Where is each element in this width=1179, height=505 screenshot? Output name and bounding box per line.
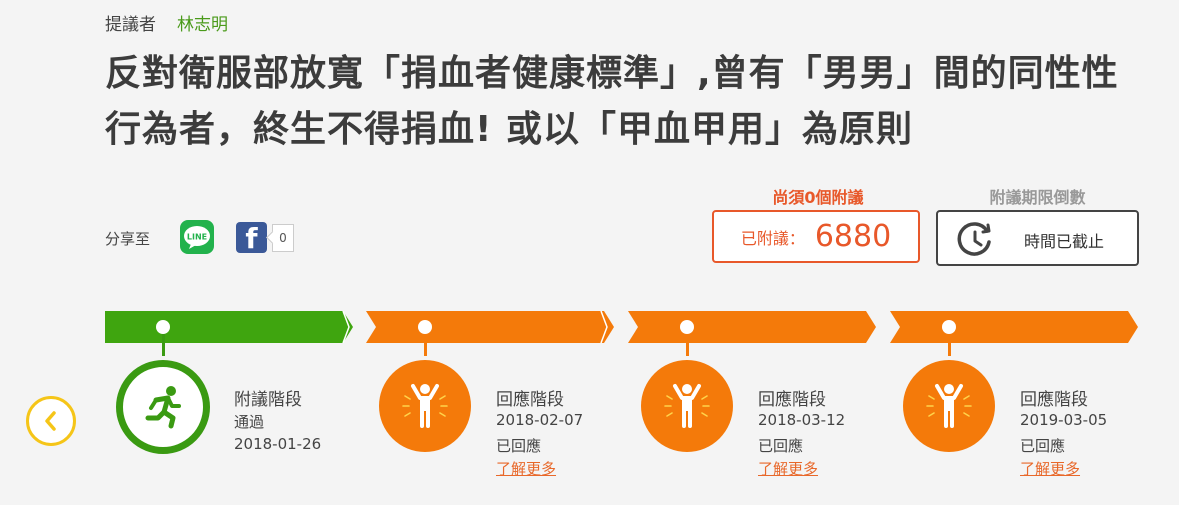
share-label: 分享至 [105, 230, 151, 248]
stage-dot-3 [680, 320, 694, 334]
page-title: 反對衛服部放寬「捐血者健康標準」,曾有「男男」間的同性性行為者，終生不得捐血! … [105, 53, 1119, 150]
stage-4-title: 回應階段 [1020, 390, 1088, 410]
countdown-label: 附議期限倒數 [989, 188, 1086, 207]
stage-4-circle [903, 360, 995, 452]
proposer-name[interactable]: 林志明 [177, 10, 228, 35]
stage-dot-4 [942, 320, 956, 334]
proposer-label: 提議者 [105, 15, 156, 35]
stage-2-date: 2018-02-07 [496, 411, 584, 429]
stage-dot-2 [418, 320, 432, 334]
chevron-left-icon [45, 411, 56, 431]
stage-stem-1 [161, 334, 165, 356]
countdown-status: 時間已截止 [1024, 232, 1105, 251]
clock-icon [957, 222, 991, 256]
facebook-share-count: 0 [272, 224, 294, 252]
stage-4-date: 2019-03-05 [1020, 411, 1108, 429]
signature-count-box: 已附議： 6880 [712, 210, 920, 263]
stage-3-circle [641, 360, 733, 452]
stage-dot-1 [156, 320, 170, 334]
line-bubble-icon: LINE [184, 226, 210, 249]
line-icon-text: LINE [187, 233, 207, 242]
stage-bar-4 [890, 311, 1138, 343]
stage-bar-3 [628, 311, 876, 343]
line-share-icon[interactable]: LINE [180, 220, 214, 254]
stage-1-title: 附議階段 [234, 390, 302, 410]
stage-1-status: 通過 [234, 413, 265, 431]
stage-2-circle [379, 360, 471, 452]
stage-bar-2 [366, 311, 614, 343]
stage-2-more-link[interactable]: 了解更多 [496, 458, 556, 479]
signature-count: 6880 [814, 219, 892, 254]
signature-count-prefix: 已附議： [740, 228, 805, 248]
stage-3-more-link[interactable]: 了解更多 [758, 458, 818, 479]
stage-1-circle [116, 360, 210, 454]
stage-stem-4 [947, 334, 951, 356]
stage-3-status: 已回應 [758, 437, 804, 455]
stage-2-title: 回應階段 [496, 390, 564, 410]
facebook-share-icon[interactable]: f [236, 222, 267, 253]
cheering-person-icon [402, 384, 448, 428]
stage-4-more-link[interactable]: 了解更多 [1020, 458, 1080, 479]
timeline-prev-button[interactable] [26, 396, 76, 446]
countdown-box: 時間已截止 [936, 210, 1139, 266]
stage-stem-2 [423, 334, 427, 356]
facebook-letter: f [245, 222, 258, 253]
stage-1-date: 2018-01-26 [234, 435, 322, 453]
stage-4-status: 已回應 [1020, 437, 1066, 455]
cheering-person-icon [926, 384, 972, 428]
stage-stem-3 [685, 334, 689, 356]
stage-bar-1 [105, 311, 353, 343]
signatures-needed-label: 尚須0個附議 [772, 188, 864, 207]
stage-3-title: 回應階段 [758, 390, 826, 410]
running-person-icon [145, 386, 181, 429]
cheering-person-icon [664, 384, 710, 428]
stage-2-status: 已回應 [496, 437, 542, 455]
stage-3-date: 2018-03-12 [758, 411, 846, 429]
